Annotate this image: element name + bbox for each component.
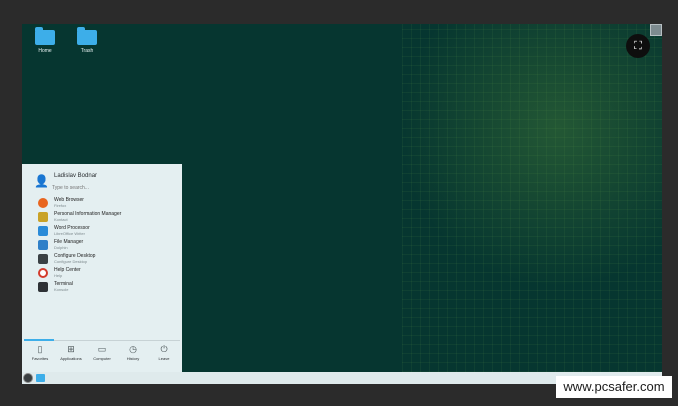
computer-monitor-icon: ▭ (97, 344, 107, 354)
favorite-word-processor[interactable]: Word Processor LibreOffice Writer (36, 225, 176, 239)
terminal-icon (38, 282, 48, 292)
desktop-icon-trash[interactable]: Trash (72, 27, 102, 54)
favorite-subtitle: Configure Desktop (54, 259, 88, 264)
settings-icon (38, 254, 48, 264)
desktop-icon-home[interactable]: Home (30, 27, 60, 54)
active-tab-indicator (24, 339, 54, 341)
favorite-subtitle: Konsole (54, 287, 69, 292)
clock-icon: ◷ (129, 344, 137, 354)
tab-label: History (126, 356, 140, 361)
tab-label: Computer (93, 356, 111, 361)
tab-history[interactable]: ◷ History (118, 344, 148, 361)
favorite-file-manager[interactable]: File Manager Dolphin (36, 239, 176, 253)
favorite-subtitle: Kontact (54, 217, 68, 222)
watermark-text: www.pcsafer.com (556, 376, 672, 398)
desktop-screen: Home Trash ⛶ 👤 Ladislav Bodnar Web Brows… (22, 24, 662, 384)
folder-trash-icon (77, 27, 97, 45)
tab-computer[interactable]: ▭ Computer (87, 344, 117, 361)
leave-power-icon: ⏻ (160, 344, 168, 354)
writer-icon (38, 226, 48, 236)
kontact-icon (38, 212, 48, 222)
user-avatar-icon: 👤 (34, 174, 49, 188)
folder-home-icon (35, 27, 55, 45)
scroll-corner[interactable] (650, 24, 662, 36)
wallpaper-blueprint-art (402, 24, 662, 372)
favorite-configure-desktop[interactable]: Configure Desktop Configure Desktop (36, 253, 176, 267)
favorite-terminal[interactable]: Terminal Konsole (36, 281, 176, 295)
favorite-subtitle: Help (54, 273, 63, 278)
tab-applications[interactable]: ⊞ Applications (56, 344, 86, 361)
fullscreen-button[interactable]: ⛶ (626, 34, 650, 58)
taskbar-folder-icon[interactable] (36, 374, 45, 382)
tab-leave[interactable]: ⏻ Leave (149, 344, 179, 361)
desktop-icon-label: Trash (80, 48, 94, 54)
tab-favorites[interactable]: ▯ Favorites (25, 344, 55, 361)
favorite-subtitle: Dolphin (54, 245, 68, 250)
tab-label: Favorites (31, 356, 49, 361)
bookmark-icon: ▯ (37, 344, 43, 354)
tab-label: Applications (60, 356, 82, 361)
application-launcher-menu: 👤 Ladislav Bodnar Web Browser Firefox Pe… (22, 164, 182, 372)
favorite-help-center[interactable]: Help Center Help (36, 267, 176, 281)
applications-grid-icon: ⊞ (67, 344, 75, 354)
tab-label: Leave (158, 356, 170, 361)
user-name: Ladislav Bodnar (54, 173, 98, 179)
help-lifebuoy-icon (38, 268, 48, 278)
firefox-icon (38, 198, 48, 208)
favorite-pim[interactable]: Personal Information Manager Kontact (36, 211, 176, 225)
application-launcher-button[interactable] (23, 373, 33, 383)
fullscreen-icon: ⛶ (634, 39, 642, 52)
dolphin-folder-icon (38, 240, 48, 250)
favorite-subtitle: Firefox (54, 203, 67, 208)
desktop-icon-label: Home (38, 48, 52, 54)
favorite-subtitle: LibreOffice Writer (54, 231, 85, 236)
favorite-web-browser[interactable]: Web Browser Firefox (36, 197, 176, 211)
search-input[interactable] (52, 184, 162, 192)
